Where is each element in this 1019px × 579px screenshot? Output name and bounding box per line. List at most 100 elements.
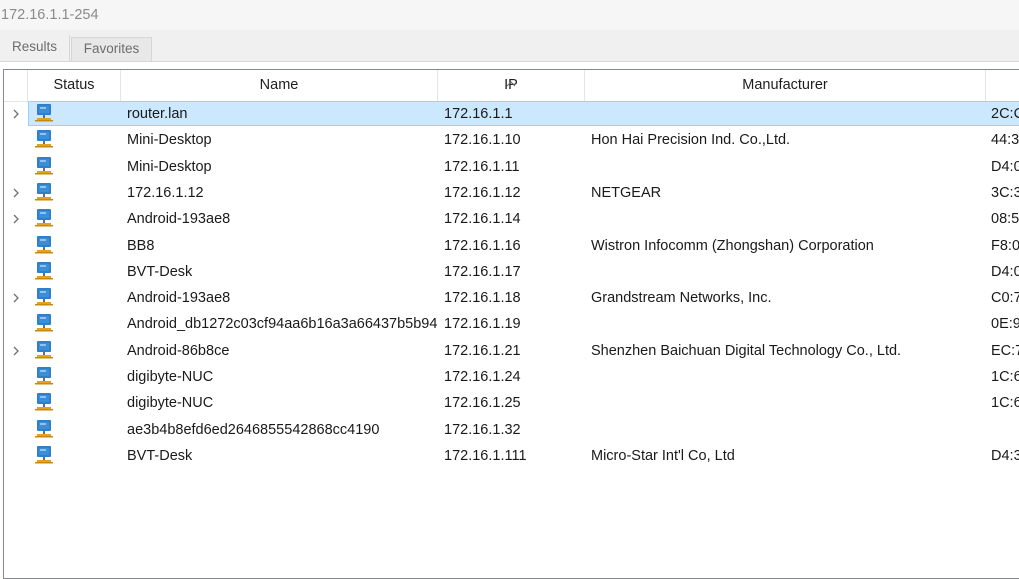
- computer-icon: [34, 419, 54, 439]
- device-manufacturer: [591, 364, 986, 390]
- device-name: ae3b4b8efd6ed2646855542868cc4190: [127, 421, 380, 438]
- computer-icon: [34, 445, 54, 465]
- table-row[interactable]: Android-193ae8 172.16.1.14 08:5: [4, 206, 1019, 232]
- table-row[interactable]: router.lan 172.16.1.1 2C:C: [4, 101, 1019, 127]
- table-row[interactable]: Mini-Desktop 172.16.1.11 D4:0: [4, 154, 1019, 180]
- device-name: Mini-Desktop: [127, 132, 212, 149]
- device-name: digibyte-NUC: [127, 369, 214, 385]
- device-ip: 172.16.1.111: [444, 447, 527, 464]
- device-ip: 172.16.1.1: [444, 106, 513, 122]
- computer-icon: [34, 261, 54, 281]
- sort-ascending-icon: [438, 68, 584, 87]
- device-ip: 172.16.1.18: [444, 290, 521, 307]
- device-manufacturer: [591, 417, 986, 443]
- device-name: Android-193ae8: [127, 211, 231, 228]
- device-manufacturer: [591, 259, 986, 285]
- device-name: BVT-Desk: [127, 263, 193, 280]
- device-name: 172.16.1.12: [127, 184, 204, 201]
- device-ip: 172.16.1.32: [444, 421, 521, 438]
- column-header-name[interactable]: Name: [121, 70, 438, 101]
- device-manufacturer: [591, 101, 986, 127]
- computer-icon: [34, 392, 54, 412]
- computer-icon: [34, 156, 54, 176]
- device-mac: 08:5: [991, 211, 1019, 228]
- device-name: Mini-Desktop: [127, 158, 212, 175]
- device-name: router.lan: [127, 106, 188, 122]
- device-manufacturer: Shenzhen Baichuan Digital Technology Co.…: [591, 342, 902, 359]
- device-name: Android-193ae8: [127, 290, 231, 307]
- computer-icon: [34, 235, 54, 255]
- computer-icon: [34, 366, 54, 386]
- table-row[interactable]: Android_db1272c03cf94aa6b16a3a66437b5b94…: [4, 311, 1019, 337]
- computer-icon: [34, 208, 54, 228]
- tab-favorites[interactable]: Favorites: [71, 37, 152, 61]
- table-row[interactable]: BVT-Desk 172.16.1.111 Micro-Star Int'l Co,…: [4, 443, 1019, 469]
- device-mac: EC:7: [991, 342, 1019, 359]
- device-mac: F8:0: [991, 237, 1019, 254]
- column-header-manufacturer[interactable]: Manufacturer: [585, 70, 986, 101]
- device-manufacturer: [591, 154, 986, 180]
- computer-icon: [34, 103, 54, 123]
- device-manufacturer: [591, 311, 986, 337]
- chevron-right-icon[interactable]: [10, 291, 22, 305]
- device-mac: D4:0: [991, 158, 1019, 175]
- column-header: Status Name IP Manufacturer: [4, 70, 1019, 102]
- device-ip: 172.16.1.24: [444, 369, 521, 385]
- table-row[interactable]: digibyte-NUC 172.16.1.24 1C:6: [4, 364, 1019, 390]
- table-row[interactable]: BB8 172.16.1.16 Wistron Infocomm (Zhongsha…: [4, 233, 1019, 259]
- device-manufacturer: Grandstream Networks, Inc.: [591, 290, 772, 307]
- computer-icon: [34, 182, 54, 202]
- device-mac: 44:3: [991, 132, 1019, 149]
- device-name: digibyte-NUC: [127, 395, 214, 412]
- device-mac: 3C:3: [991, 184, 1019, 201]
- device-ip: 172.16.1.16: [444, 237, 521, 254]
- device-manufacturer: Wistron Infocomm (Zhongshan) Corporation: [591, 237, 874, 254]
- computer-icon: [34, 340, 54, 360]
- device-ip: 172.16.1.14: [444, 211, 521, 228]
- table-row[interactable]: 172.16.1.12 172.16.1.12 NETGEAR 3C:3: [4, 180, 1019, 206]
- device-name: Android-86b8ce: [127, 342, 230, 359]
- device-ip: 172.16.1.10: [444, 132, 521, 149]
- device-mac: D4:3: [991, 447, 1019, 464]
- device-name: BB8: [127, 237, 155, 254]
- device-ip: 172.16.1.19: [444, 316, 521, 333]
- table-row[interactable]: digibyte-NUC 172.16.1.25 1C:6: [4, 390, 1019, 416]
- device-mac: 0E:9: [991, 316, 1019, 333]
- device-ip: 172.16.1.17: [444, 263, 521, 280]
- device-name: BVT-Desk: [127, 447, 193, 464]
- device-mac: 1C:6: [991, 369, 1019, 385]
- scan-range-input[interactable]: [0, 0, 1019, 29]
- device-ip: 172.16.1.12: [444, 184, 521, 201]
- device-name: Android_db1272c03cf94aa6b16a3a66437b5b94: [127, 316, 437, 333]
- device-ip: 172.16.1.21: [444, 342, 521, 359]
- device-manufacturer: NETGEAR: [591, 184, 662, 201]
- device-mac: C0:7: [991, 290, 1019, 307]
- table-row[interactable]: ae3b4b8efd6ed2646855542868cc4190 172.16.1…: [4, 417, 1019, 443]
- column-header-ip[interactable]: IP: [438, 70, 585, 101]
- column-header-status[interactable]: Status: [28, 70, 121, 101]
- chevron-right-icon[interactable]: [10, 212, 22, 226]
- device-manufacturer: Hon Hai Precision Ind. Co.,Ltd.: [591, 132, 791, 149]
- device-manufacturer: [591, 206, 986, 232]
- computer-icon: [34, 129, 54, 149]
- computer-icon: [34, 287, 54, 307]
- column-header-mac[interactable]: [986, 70, 1019, 101]
- device-mac: 2C:C: [991, 106, 1019, 122]
- chevron-right-icon[interactable]: [10, 344, 22, 358]
- table-row[interactable]: Android-86b8ce 172.16.1.21 Shenzhen Baichu…: [4, 338, 1019, 364]
- chevron-right-icon[interactable]: [10, 186, 22, 200]
- device-manufacturer: Micro-Star Int'l Co, Ltd: [591, 447, 735, 464]
- scan-range-bar: [0, 0, 1019, 31]
- device-ip: 172.16.1.25: [444, 395, 521, 412]
- chevron-right-icon[interactable]: [10, 107, 22, 121]
- device-mac: [991, 417, 1019, 443]
- tab-bar: Results Favorites: [0, 30, 1019, 62]
- table-row[interactable]: BVT-Desk 172.16.1.17 D4:0: [4, 259, 1019, 285]
- device-ip: 172.16.1.11: [444, 158, 520, 175]
- tab-results[interactable]: Results: [0, 35, 70, 61]
- header-expander-spacer: [4, 70, 28, 101]
- table-row[interactable]: Mini-Desktop 172.16.1.10 Hon Hai Precision…: [4, 127, 1019, 153]
- table-row[interactable]: Android-193ae8 172.16.1.18 Grandstream Net…: [4, 285, 1019, 311]
- device-mac: D4:0: [991, 263, 1019, 280]
- results-list: Status Name IP Manufacturer router.lan 17…: [3, 69, 1019, 579]
